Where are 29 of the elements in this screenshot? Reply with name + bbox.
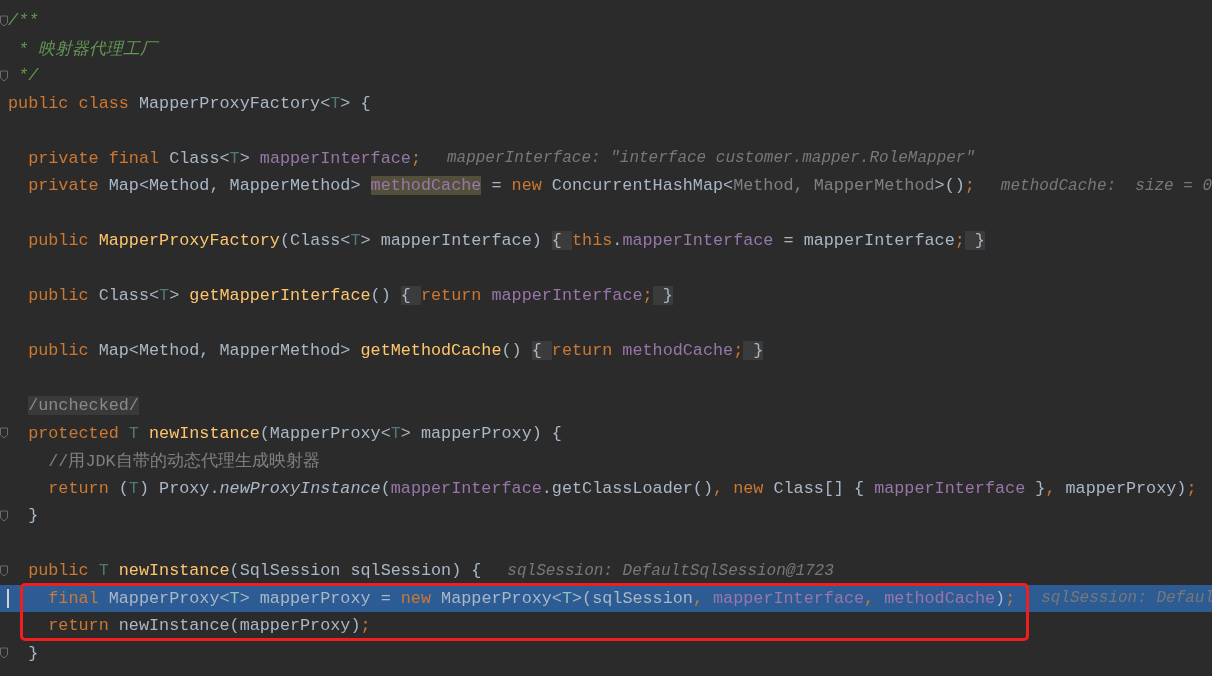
code-text: return (T) Proxy.newProxyInstance(mapperInterface.getClassLoader(), new Class[] { mapperInterface }, mapperProxy); [48, 478, 1197, 498]
fold-icon[interactable] [0, 427, 8, 440]
debug-value-hint: methodCache: size = 0 [1000, 176, 1212, 195]
fold-icon[interactable] [0, 647, 8, 660]
code-text: protected T newInstance(MapperProxy<T> mapperProxy) { [28, 423, 562, 443]
code-text: */ [17, 66, 39, 86]
code-text: private Map<Method, MapperMethod> methodCache = new ConcurrentHashMap<Method, MapperMethod>(); [28, 176, 975, 196]
code-text: final MapperProxy<T> mapperProxy = new MapperProxy<T>(sqlSession, mapperInterface, methodCache); [48, 588, 1016, 608]
code-text: //用JDK自带的动态代理生成映射器 [48, 451, 320, 473]
code-text: public MapperProxyFactory(Class<T> mapperInterface) { this.mapperInterface = mapperInterface; } [28, 231, 985, 251]
code-text: public class MapperProxyFactory<T> { [8, 93, 371, 113]
code-text: } [28, 506, 39, 526]
code-text: return newInstance(mapperProxy); [48, 616, 371, 636]
debug-value-hint: sqlSession: DefaultSqlSession@1723 [507, 561, 834, 580]
code-text: public Class<T> getMapperInterface() { return mapperInterface; } [28, 286, 673, 306]
code-text: /** [8, 11, 39, 31]
fold-icon[interactable] [0, 509, 8, 522]
fold-icon[interactable] [0, 69, 8, 82]
code-text: * 映射器代理工厂 [17, 38, 158, 60]
code-text: public Map<Method, MapperMethod> getMethodCache() { return methodCache; } [28, 341, 764, 361]
text-caret [7, 588, 9, 608]
debug-value-hint: mapperInterface: "interface customer.mapper.RoleMapper" [446, 149, 976, 168]
code-text: /unchecked/ [28, 396, 139, 416]
code-text: public T newInstance(SqlSession sqlSession) { [28, 561, 482, 581]
code-text: } [28, 643, 39, 663]
code-text: private final Class<T> mapperInterface; [28, 148, 421, 168]
fold-icon[interactable] [0, 564, 8, 577]
debug-value-hint: sqlSession: Defaul [1041, 589, 1212, 608]
fold-icon[interactable] [0, 14, 8, 27]
